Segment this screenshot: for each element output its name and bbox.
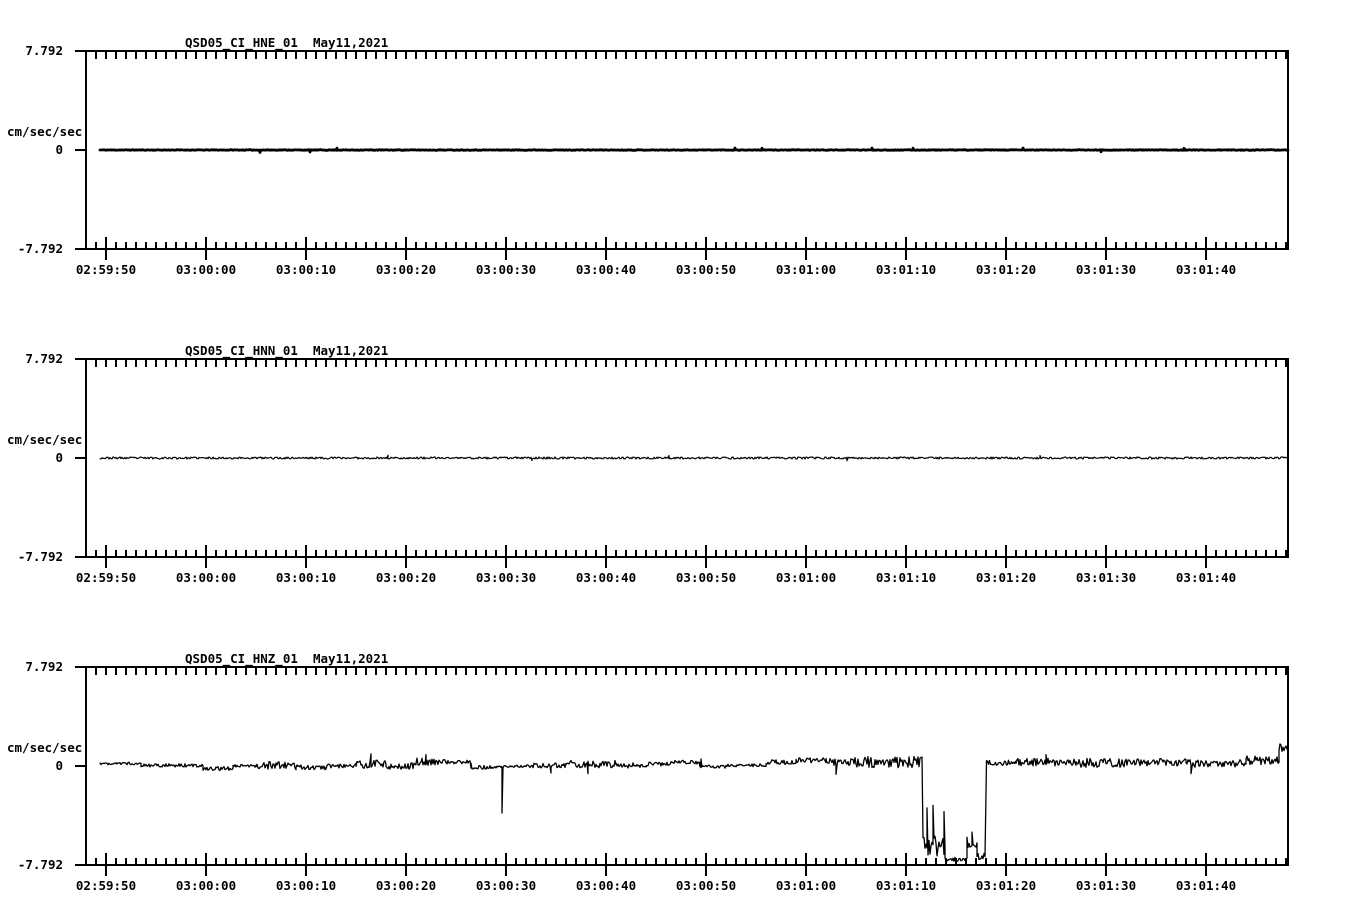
y-tick-label-bottom: -7.792 bbox=[18, 241, 63, 256]
x-tick-label: 03:01:40 bbox=[1176, 262, 1236, 277]
x-tick-label: 03:01:10 bbox=[876, 262, 936, 277]
y-tick-label-zero: 0 bbox=[55, 758, 63, 773]
y-tick-label-top: 7.792 bbox=[25, 351, 63, 366]
waveform-trace bbox=[99, 454, 1289, 462]
x-tick-label: 03:00:50 bbox=[676, 570, 736, 585]
x-tick-label: 03:00:00 bbox=[176, 262, 236, 277]
y-axis-unit-label: cm/sec/sec bbox=[7, 124, 82, 139]
panel-hnn: QSD05_CI_HNN_01 May11,2021 7.792 0 -7.792 cm/… bbox=[0, 308, 1358, 616]
x-tick-label: 03:01:30 bbox=[1076, 570, 1136, 585]
x-tick-label: 03:01:00 bbox=[776, 262, 836, 277]
x-tick-label: 02:59:50 bbox=[76, 570, 136, 585]
waveform-trace bbox=[98, 146, 1290, 154]
x-tick-label: 03:01:00 bbox=[776, 570, 836, 585]
x-tick-label: 03:01:30 bbox=[1076, 878, 1136, 893]
x-tick-label: 03:01:10 bbox=[876, 878, 936, 893]
seismogram-plot-hnz: QSD05_CI_HNZ_01 May11,2021 7.792 0 -7.792 cm/… bbox=[7, 651, 1289, 893]
seismogram-figure: QSD05_CI_HNE_01 May11,2021 7.792 0 -7.792 cm/… bbox=[0, 0, 1358, 924]
x-tick-label: 03:01:10 bbox=[876, 570, 936, 585]
x-tick-label: 03:00:40 bbox=[576, 262, 636, 277]
y-axis-unit-label: cm/sec/sec bbox=[7, 432, 82, 447]
y-tick-label-top: 7.792 bbox=[25, 659, 63, 674]
x-tick-label: 03:01:40 bbox=[1176, 570, 1236, 585]
y-tick-label-bottom: -7.792 bbox=[18, 549, 63, 564]
x-tick-label: 03:01:20 bbox=[976, 878, 1036, 893]
plot-title-date: May11,2021 bbox=[313, 651, 388, 666]
x-tick-label: 03:01:20 bbox=[976, 262, 1036, 277]
x-tick-label: 03:00:10 bbox=[276, 262, 336, 277]
x-tick-label: 02:59:50 bbox=[76, 878, 136, 893]
x-tick-label: 03:00:30 bbox=[476, 570, 536, 585]
x-tick-label: 03:00:40 bbox=[576, 878, 636, 893]
x-tick-label: 03:01:40 bbox=[1176, 878, 1236, 893]
y-tick-label-zero: 0 bbox=[55, 450, 63, 465]
plot-title-station: QSD05_CI_HNE_01 bbox=[185, 35, 298, 51]
x-tick-label: 03:00:40 bbox=[576, 570, 636, 585]
waveform-trace bbox=[99, 743, 1289, 862]
x-tick-label: 03:00:10 bbox=[276, 878, 336, 893]
plot-title-date: May11,2021 bbox=[313, 35, 388, 50]
seismogram-plot-hne: QSD05_CI_HNE_01 May11,2021 7.792 0 -7.792 cm/… bbox=[7, 35, 1290, 277]
x-tick-label: 03:00:20 bbox=[376, 262, 436, 277]
plot-title-station: QSD05_CI_HNN_01 bbox=[185, 343, 298, 359]
x-tick-label: 03:00:00 bbox=[176, 878, 236, 893]
x-tick-label: 03:00:30 bbox=[476, 878, 536, 893]
x-tick-label: 03:00:20 bbox=[376, 878, 436, 893]
plot-title-date: May11,2021 bbox=[313, 343, 388, 358]
y-tick-label-zero: 0 bbox=[55, 142, 63, 157]
y-tick-label-bottom: -7.792 bbox=[18, 857, 63, 872]
x-tick-label: 03:00:00 bbox=[176, 570, 236, 585]
x-tick-label: 03:00:50 bbox=[676, 878, 736, 893]
panel-hne: QSD05_CI_HNE_01 May11,2021 7.792 0 -7.792 cm/… bbox=[0, 0, 1358, 308]
y-axis-unit-label: cm/sec/sec bbox=[7, 740, 82, 755]
x-tick-label: 03:01:20 bbox=[976, 570, 1036, 585]
panel-hnz: QSD05_CI_HNZ_01 May11,2021 7.792 0 -7.792 cm/… bbox=[0, 616, 1358, 924]
x-tick-label: 02:59:50 bbox=[76, 262, 136, 277]
x-tick-label: 03:00:20 bbox=[376, 570, 436, 585]
x-tick-label: 03:01:00 bbox=[776, 878, 836, 893]
seismogram-plot-hnn: QSD05_CI_HNN_01 May11,2021 7.792 0 -7.792 cm/… bbox=[7, 343, 1289, 585]
x-tick-label: 03:00:50 bbox=[676, 262, 736, 277]
x-tick-label: 03:00:30 bbox=[476, 262, 536, 277]
y-tick-label-top: 7.792 bbox=[25, 43, 63, 58]
x-tick-label: 03:01:30 bbox=[1076, 262, 1136, 277]
x-tick-label: 03:00:10 bbox=[276, 570, 336, 585]
plot-title-station: QSD05_CI_HNZ_01 bbox=[185, 651, 298, 667]
